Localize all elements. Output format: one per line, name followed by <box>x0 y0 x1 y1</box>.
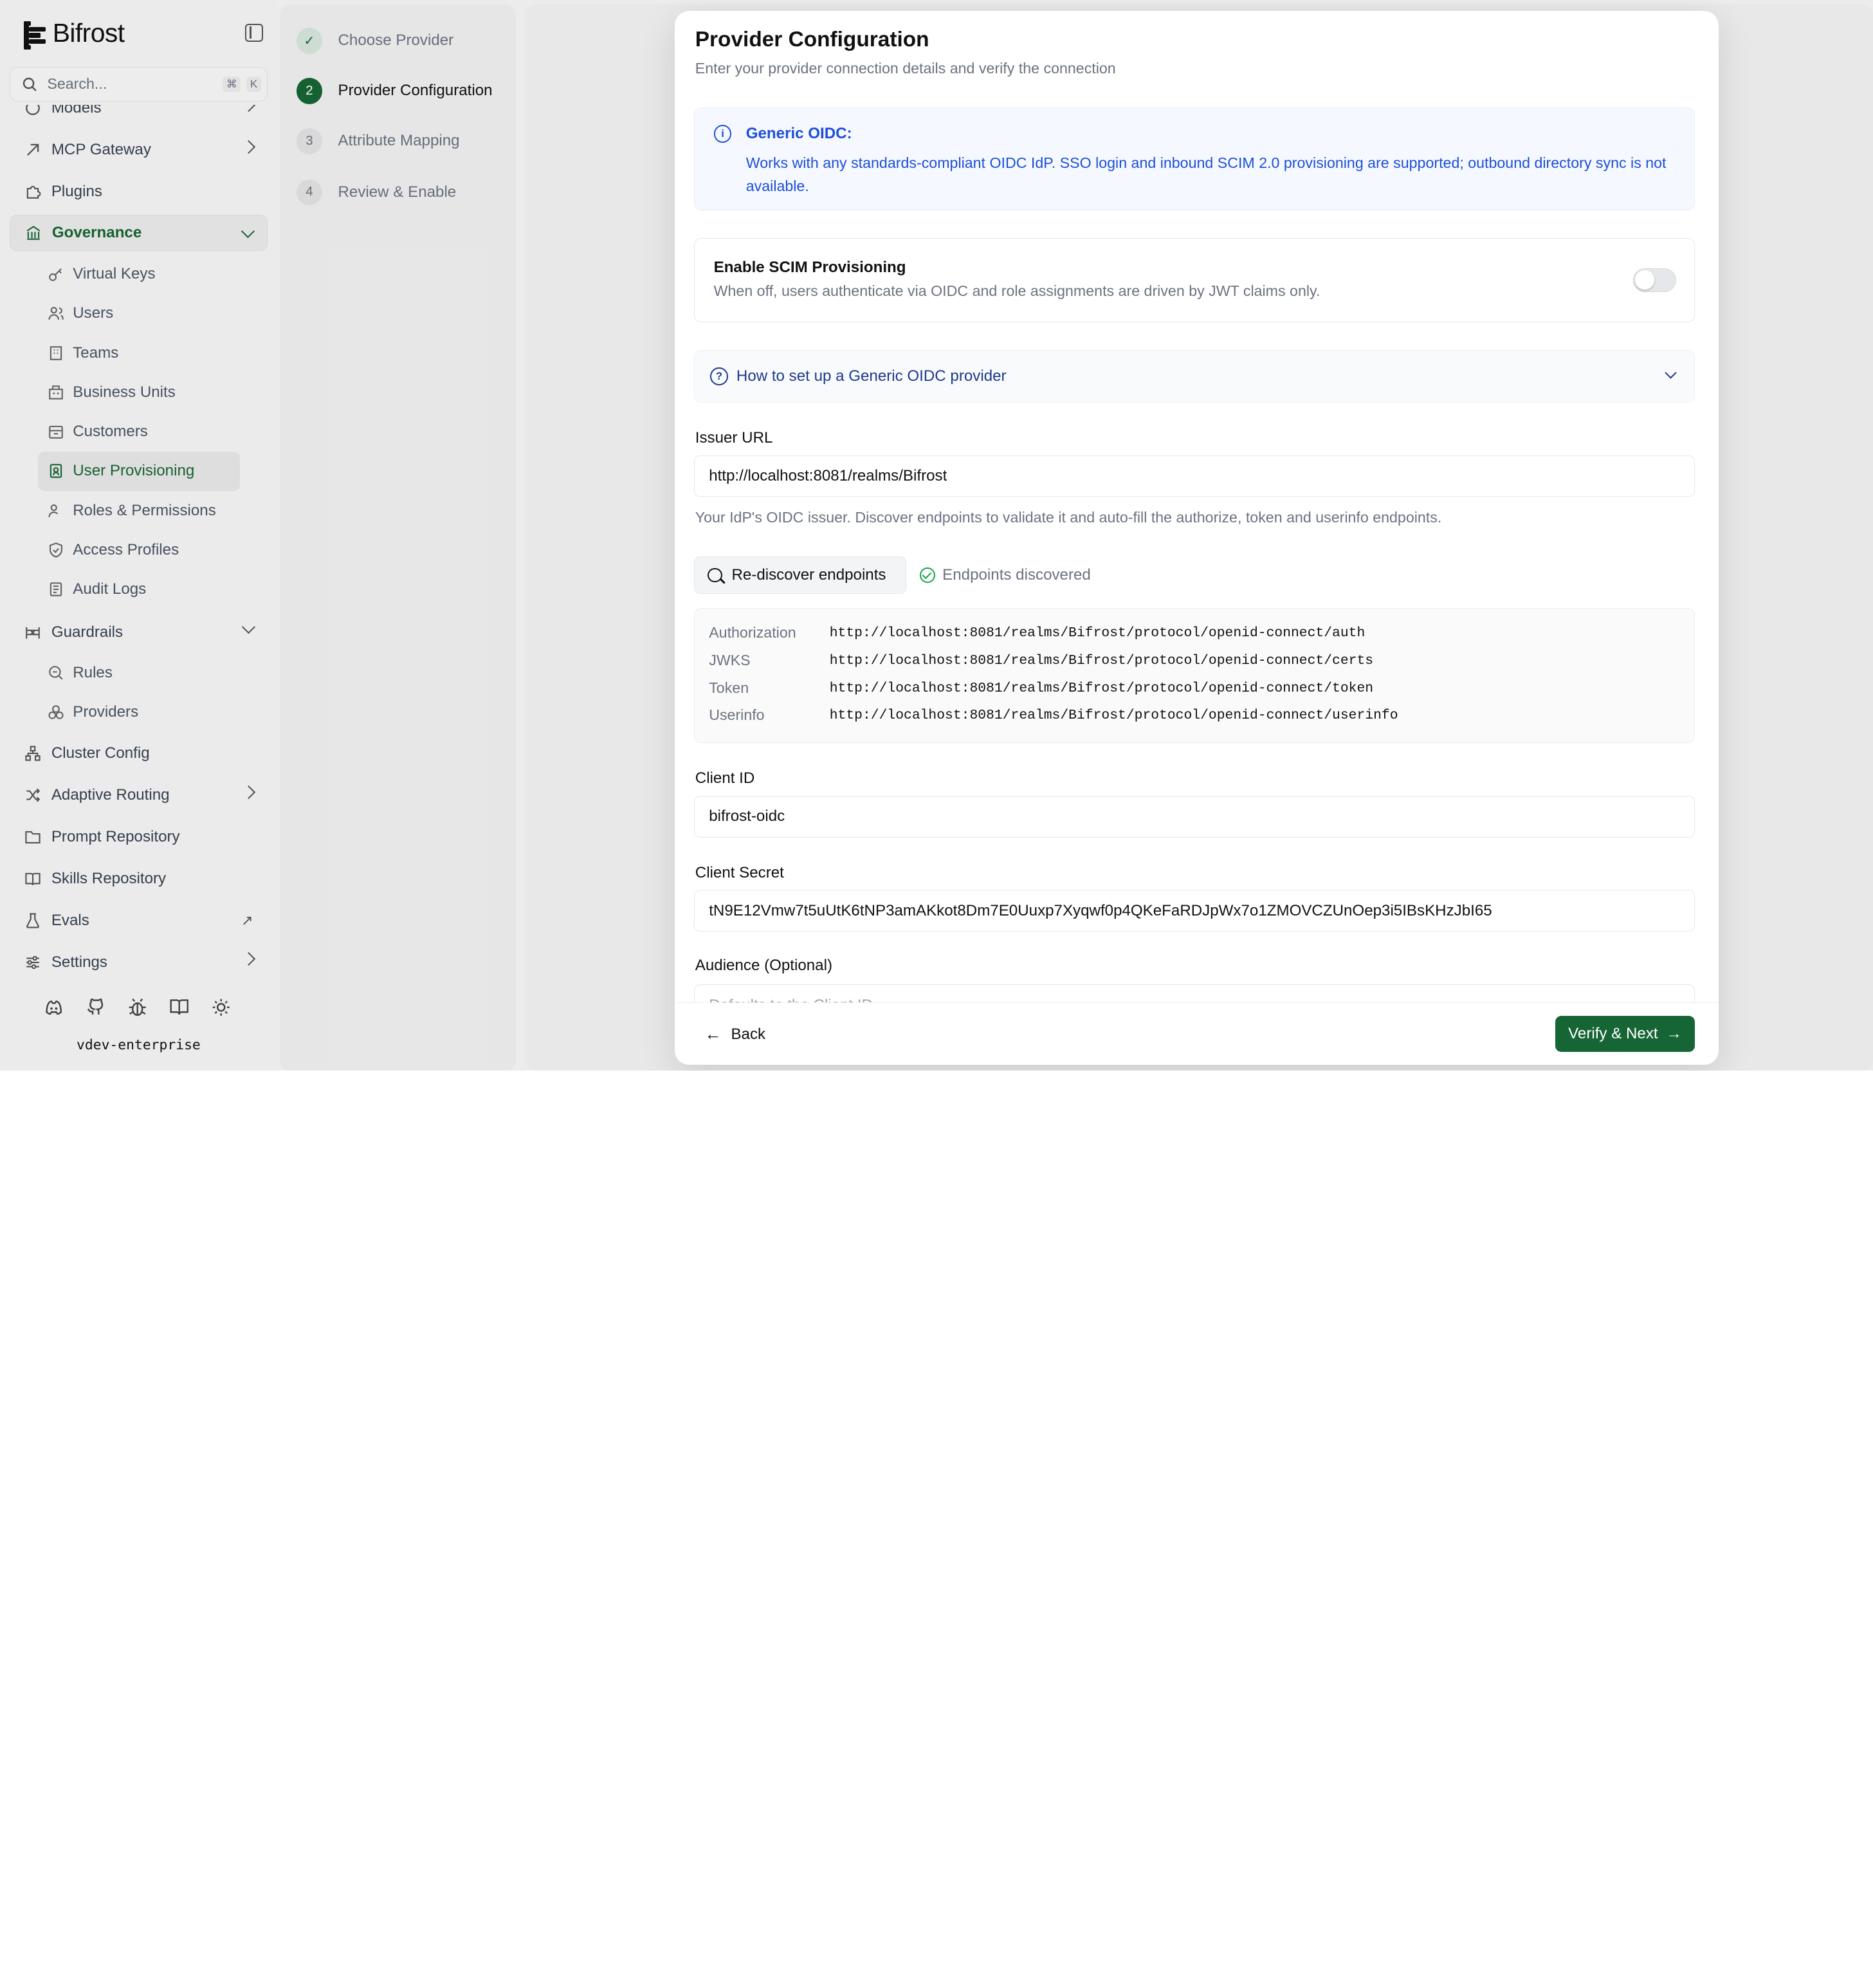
info-body: Works with any standards-compliant OIDC … <box>745 154 1667 195</box>
discovered-label: Endpoints discovered <box>942 566 1091 584</box>
dialog-subtitle: Enter your provider connection details a… <box>695 59 1116 77</box>
rediscover-label: Re-discover endpoints <box>731 566 886 584</box>
arrow-right-icon: → <box>1666 1025 1682 1043</box>
scim-description: When off, users authenticate via OIDC an… <box>713 282 1320 300</box>
dialog-title: Provider Configuration <box>695 27 929 51</box>
issuer-url-help: Your IdP's OIDC issuer. Discover endpoin… <box>695 509 1442 526</box>
arrow-left-icon: ← <box>704 1024 722 1044</box>
chevron-down-icon <box>1665 367 1677 379</box>
client-secret-input[interactable]: tN9E12Vmw7t5uUtK6tNP3amAKkot8Dm7E0Uuxp7X… <box>693 890 1695 932</box>
setup-guide-accordion[interactable]: ? How to set up a Generic OIDC provider <box>693 350 1695 403</box>
client-id-label: Client ID <box>695 769 755 787</box>
verify-next-label: Verify & Next <box>1568 1025 1658 1043</box>
info-callout: i Generic OIDC: Works with any standards… <box>693 107 1695 210</box>
endpoints-panel: Authorization http://localhost:8081/real… <box>693 608 1695 744</box>
endpoint-row-authorization: Authorization http://localhost:8081/real… <box>709 624 1365 641</box>
endpoint-row-userinfo: Userinfo http://localhost:8081/realms/Bi… <box>709 706 1398 724</box>
client-id-input[interactable]: bifrost-oidc <box>693 795 1695 838</box>
endpoint-key: Authorization <box>709 624 796 641</box>
endpoint-row-jwks: JWKS http://localhost:8081/realms/Bifros… <box>709 652 1373 669</box>
info-title: Generic OIDC: <box>745 125 852 143</box>
search-icon <box>708 567 722 583</box>
endpoint-value: http://localhost:8081/realms/Bifrost/pro… <box>829 652 1374 668</box>
client-secret-label: Client Secret <box>695 863 784 881</box>
endpoint-value: http://localhost:8081/realms/Bifrost/pro… <box>829 708 1398 724</box>
scim-provisioning-card: Enable SCIM Provisioning When off, users… <box>693 237 1695 323</box>
verify-next-button[interactable]: Verify & Next → <box>1555 1016 1695 1053</box>
dialog-scroll-area[interactable]: Provider Configuration Enter your provid… <box>675 11 1719 1002</box>
issuer-url-label: Issuer URL <box>695 428 773 446</box>
back-button[interactable]: ← Back <box>705 1024 765 1044</box>
issuer-url-input[interactable]: http://localhost:8081/realms/Bifrost <box>693 455 1695 497</box>
endpoint-value: http://localhost:8081/realms/Bifrost/pro… <box>829 680 1374 696</box>
info-icon: i <box>713 125 732 143</box>
check-circle-icon <box>919 567 936 584</box>
help-circle-icon: ? <box>710 367 728 385</box>
audience-input[interactable]: Defaults to the Client ID <box>693 984 1695 1002</box>
back-label: Back <box>731 1025 766 1043</box>
endpoint-key: Userinfo <box>709 706 765 724</box>
audience-label: Audience (Optional) <box>695 957 832 975</box>
setup-guide-label: How to set up a Generic OIDC provider <box>736 367 1007 385</box>
endpoint-key: JWKS <box>709 652 751 669</box>
scim-toggle[interactable] <box>1633 268 1677 293</box>
endpoint-value: http://localhost:8081/realms/Bifrost/pro… <box>829 625 1366 641</box>
endpoints-discovered-status: Endpoints discovered <box>919 566 1091 584</box>
scim-title: Enable SCIM Provisioning <box>713 259 906 277</box>
endpoint-key: Token <box>709 679 749 696</box>
app-root: Bifrost Search... ⌘ K Models MCP Gateway <box>0 0 1873 1071</box>
endpoint-row-token: Token http://localhost:8081/realms/Bifro… <box>709 679 1373 697</box>
rediscover-endpoints-button[interactable]: Re-discover endpoints <box>693 557 907 594</box>
dialog-footer: ← Back Verify & Next → <box>675 1002 1719 1065</box>
provider-configuration-dialog: Provider Configuration Enter your provid… <box>675 10 1719 1065</box>
